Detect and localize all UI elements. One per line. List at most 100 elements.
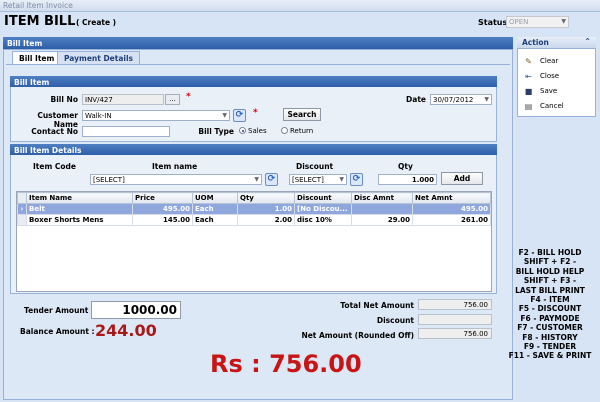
shortcut-line: F8 - HISTORY [522,332,578,342]
page-mode: ( Create ) [76,18,117,27]
refresh-discount-icon[interactable]: ⟳ [350,173,363,186]
action-clear[interactable]: ✎ Clear [524,57,558,66]
discount-label: Discount [296,162,334,171]
bill-type-return-radio[interactable]: Return [281,127,313,135]
bill-type-return-label: Return [290,127,314,135]
cell-discount: [No Discou... [294,203,352,215]
action-save[interactable]: ■ Save [524,87,557,96]
radio-selected-icon [239,127,246,134]
shortcut-line: F4 - ITEM [530,295,570,305]
cancel-icon: ▤ [524,102,533,111]
required-marker: * [186,92,191,102]
cell-uom: Each [192,214,238,226]
column-header[interactable]: Item Name [26,192,133,204]
discount-total-label: Discount [376,316,414,325]
column-header[interactable]: Net Amnt [412,192,491,204]
item-code-label: Item Code [33,162,77,171]
shortcut-line: SHIFT + F2 - [523,257,577,267]
refresh-item-icon[interactable]: ⟳ [265,173,278,186]
bill-item-details-header: Bill Item Details [10,144,497,155]
total-net-amount-field: 756.00 [418,299,492,310]
required-marker: * [253,108,258,118]
balance-amount-value: 244.00 [95,321,157,340]
action-close[interactable]: ⇤ Close [524,72,559,81]
cell-net-amnt: 261.00 [412,214,491,226]
tender-amount-input[interactable]: 1000.00 [91,301,181,319]
row-pointer-icon: › [17,203,27,215]
column-header[interactable]: Disc Amnt [351,192,413,204]
balance-amount-label: Balance Amount : [20,327,95,336]
column-header[interactable]: Price [132,192,193,204]
broom-icon: ✎ [525,57,532,66]
date-value: 30/07/2012 [433,96,474,104]
tab-payment-details[interactable]: Payment Details [57,51,141,64]
discount-total-field [418,314,492,325]
chevron-down-icon: ▼ [254,176,259,183]
shortcut-line: SHIFT + F3 - [523,276,577,286]
customer-name-select[interactable]: Walk-IN ▼ [82,110,230,121]
action-close-label: Close [540,72,560,80]
chevron-down-icon: ▼ [484,96,489,103]
table-row[interactable]: › Belt 495.00 Each 1.00 [No Discou... 49… [17,203,491,215]
action-cancel-label: Cancel [540,102,564,110]
action-title: Action [522,38,549,47]
item-select-value: [SELECT] [93,176,125,184]
item-name-label: Item name [152,162,198,171]
action-cancel[interactable]: ▤ Cancel [524,102,564,111]
bill-items-grid[interactable]: Item Name Price UOM Qty Discount Disc Am… [16,191,492,292]
page-title: ITEM BILL [4,14,76,29]
action-panel-header[interactable]: Action ⌃ [517,37,596,49]
bill-no-field[interactable]: INV/427 [82,94,164,105]
grand-total: Rs : 756.00 [210,350,362,378]
refresh-customer-icon[interactable]: ⟳ [233,109,246,122]
customer-name-value: Walk-IN [85,112,112,120]
shortcut-line: F2 - BILL HOLD [518,248,582,257]
total-net-amount-label: Total Net Amount [340,301,414,310]
table-row[interactable]: Boxer Shorts Mens 145.00 Each 2.00 disc … [17,214,491,226]
table-header-row: Item Name Price UOM Qty Discount Disc Am… [17,192,491,204]
main-panel-header: Bill Item [3,37,513,49]
shortcut-line: LAST BILL PRINT [515,285,585,295]
bill-no-browse-button[interactable]: ... [165,94,180,105]
shortcut-line: F11 - SAVE & PRINT [508,351,592,361]
contact-no-label: Contact No [31,127,78,136]
tender-amount-label: Tender Amount [24,306,89,315]
net-amount-rounded-label: Net Amount (Rounded Off) [301,331,414,340]
bill-no-label: Bill No [50,95,78,104]
cell-net-amnt: 495.00 [412,203,491,215]
cell-disc-amnt [351,203,413,215]
shortcut-line: F5 - DISCOUNT [518,304,582,314]
collapse-icon[interactable]: ⌃ [584,37,591,46]
date-label: Date [406,95,426,104]
cell-item-name: Belt [26,203,133,215]
bill-type-sales-label: Sales [248,127,267,135]
column-header[interactable]: UOM [192,192,238,204]
cell-item-name: Boxer Shorts Mens [26,214,133,226]
chevron-down-icon: ▼ [339,176,344,183]
status-label: Status [478,18,508,27]
item-select[interactable]: [SELECT] ▼ [90,174,262,185]
search-button[interactable]: Search [283,108,321,121]
discount-select[interactable]: [SELECT] ▼ [289,174,347,185]
contact-no-input[interactable] [82,126,170,137]
tab-bill-item[interactable]: Bill Item [12,51,62,64]
qty-input[interactable]: 1.000 [378,174,437,185]
cell-price: 145.00 [132,214,193,226]
action-clear-label: Clear [540,57,559,65]
cell-qty: 1.00 [237,203,295,215]
cell-uom: Each [192,203,238,215]
column-header[interactable]: Qty [237,192,295,204]
radio-unselected-icon [281,127,288,134]
chevron-down-icon: ▼ [222,112,227,119]
status-select[interactable]: OPEN ▼ [506,16,569,28]
bill-type-sales-radio[interactable]: Sales [239,127,267,135]
close-icon: ⇤ [525,72,532,81]
bill-type-label: Bill Type [198,127,234,136]
status-value: OPEN [509,18,529,26]
column-header[interactable]: Discount [294,192,352,204]
cell-discount: disc 10% [294,214,352,226]
add-button[interactable]: Add [441,172,483,185]
row-header-cell [17,214,27,226]
date-picker[interactable]: 30/07/2012 ▼ [430,94,492,105]
shortcut-line: F9 - TENDER [523,342,577,352]
